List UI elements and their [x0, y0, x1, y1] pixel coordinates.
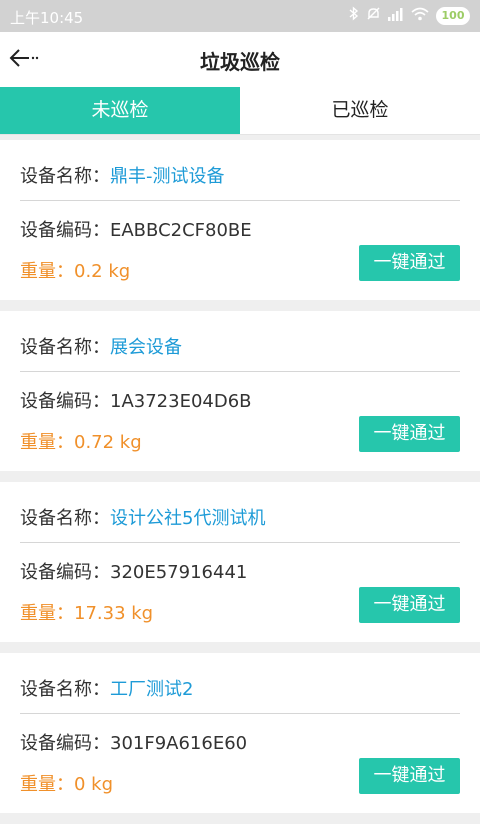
card-divider	[20, 542, 460, 543]
device-name-value: 展会设备	[110, 337, 182, 358]
app-header: 垃圾巡检	[0, 32, 480, 87]
device-card: 设备名称：设计公社5代测试机 设备编码：320E57916441 重量：17.3…	[0, 482, 480, 642]
device-list: 设备名称：鼎丰-测试设备 设备编码：EABBC2CF80BE 重量：0.2 kg…	[0, 140, 480, 824]
device-weight-value: 0.72 kg	[74, 432, 142, 453]
device-weight-label: 重量：	[20, 432, 74, 453]
device-name-label: 设备名称：	[20, 337, 110, 358]
device-name-row: 设备名称：鼎丰-测试设备	[20, 162, 225, 188]
battery-icon: 100	[436, 6, 470, 25]
device-name-row: 设备名称：设计公社5代测试机	[20, 504, 265, 530]
device-card: 设备名称：鼎丰-测试设备 设备编码：EABBC2CF80BE 重量：0.2 kg…	[0, 140, 480, 300]
device-code-row: 设备编码：EABBC2CF80BE	[20, 216, 252, 242]
device-code-label: 设备编码：	[20, 733, 110, 754]
bluetooth-icon	[349, 6, 359, 25]
device-code-value: EABBC2CF80BE	[110, 220, 252, 241]
device-code-row: 设备编码：301F9A616E60	[20, 729, 247, 755]
card-divider	[20, 200, 460, 201]
tab-inspected[interactable]: 已巡检	[240, 87, 480, 134]
device-code-label: 设备编码：	[20, 391, 110, 412]
device-code-row: 设备编码：1A3723E04D6B	[20, 387, 252, 413]
status-time: 上午10:45	[10, 9, 84, 27]
device-code-label: 设备编码：	[20, 562, 110, 583]
tab-uninspected[interactable]: 未巡检	[0, 87, 240, 134]
device-name-value: 设计公社5代测试机	[110, 508, 266, 529]
one-click-pass-button[interactable]: 一键通过	[359, 758, 460, 794]
device-weight-value: 17.33 kg	[74, 603, 154, 624]
one-click-pass-button[interactable]: 一键通过	[359, 587, 460, 623]
device-name-value: 工厂测试2	[110, 679, 194, 700]
tab-bar: 未巡检 已巡检	[0, 87, 480, 134]
status-icons: 100	[349, 6, 470, 25]
page-title: 垃圾巡检	[200, 50, 280, 74]
tab-divider	[0, 134, 480, 135]
device-name-row: 设备名称：工厂测试2	[20, 675, 193, 701]
device-weight-row: 重量：0 kg	[20, 770, 113, 796]
device-weight-row: 重量：0.72 kg	[20, 428, 142, 454]
device-code-value: 1A3723E04D6B	[110, 391, 252, 412]
device-name-label: 设备名称：	[20, 679, 110, 700]
device-weight-row: 重量：0.2 kg	[20, 257, 130, 283]
card-divider	[20, 713, 460, 714]
device-code-value: 320E57916441	[110, 562, 248, 583]
status-bar: 上午10:45 100	[0, 0, 480, 32]
device-name-label: 设备名称：	[20, 166, 110, 187]
card-divider	[20, 371, 460, 372]
mute-icon	[366, 6, 381, 25]
wifi-icon	[411, 7, 429, 25]
device-code-value: 301F9A616E60	[110, 733, 248, 754]
device-name-label: 设备名称：	[20, 508, 110, 529]
one-click-pass-button[interactable]: 一键通过	[359, 245, 460, 281]
device-name-value: 鼎丰-测试设备	[110, 166, 225, 187]
signal-icon	[388, 7, 404, 25]
one-click-pass-button[interactable]: 一键通过	[359, 416, 460, 452]
device-weight-label: 重量：	[20, 603, 74, 624]
device-weight-value: 0.2 kg	[74, 261, 131, 282]
device-weight-label: 重量：	[20, 261, 74, 282]
device-name-row: 设备名称：展会设备	[20, 333, 182, 359]
device-code-row: 设备编码：320E57916441	[20, 558, 247, 584]
device-weight-row: 重量：17.33 kg	[20, 599, 153, 625]
device-weight-label: 重量：	[20, 774, 74, 795]
device-card: 设备名称：展会设备 设备编码：1A3723E04D6B 重量：0.72 kg 一…	[0, 311, 480, 471]
device-code-label: 设备编码：	[20, 220, 110, 241]
device-weight-value: 0 kg	[74, 774, 114, 795]
device-card: 设备名称：工厂测试2 设备编码：301F9A616E60 重量：0 kg 一键通…	[0, 653, 480, 813]
